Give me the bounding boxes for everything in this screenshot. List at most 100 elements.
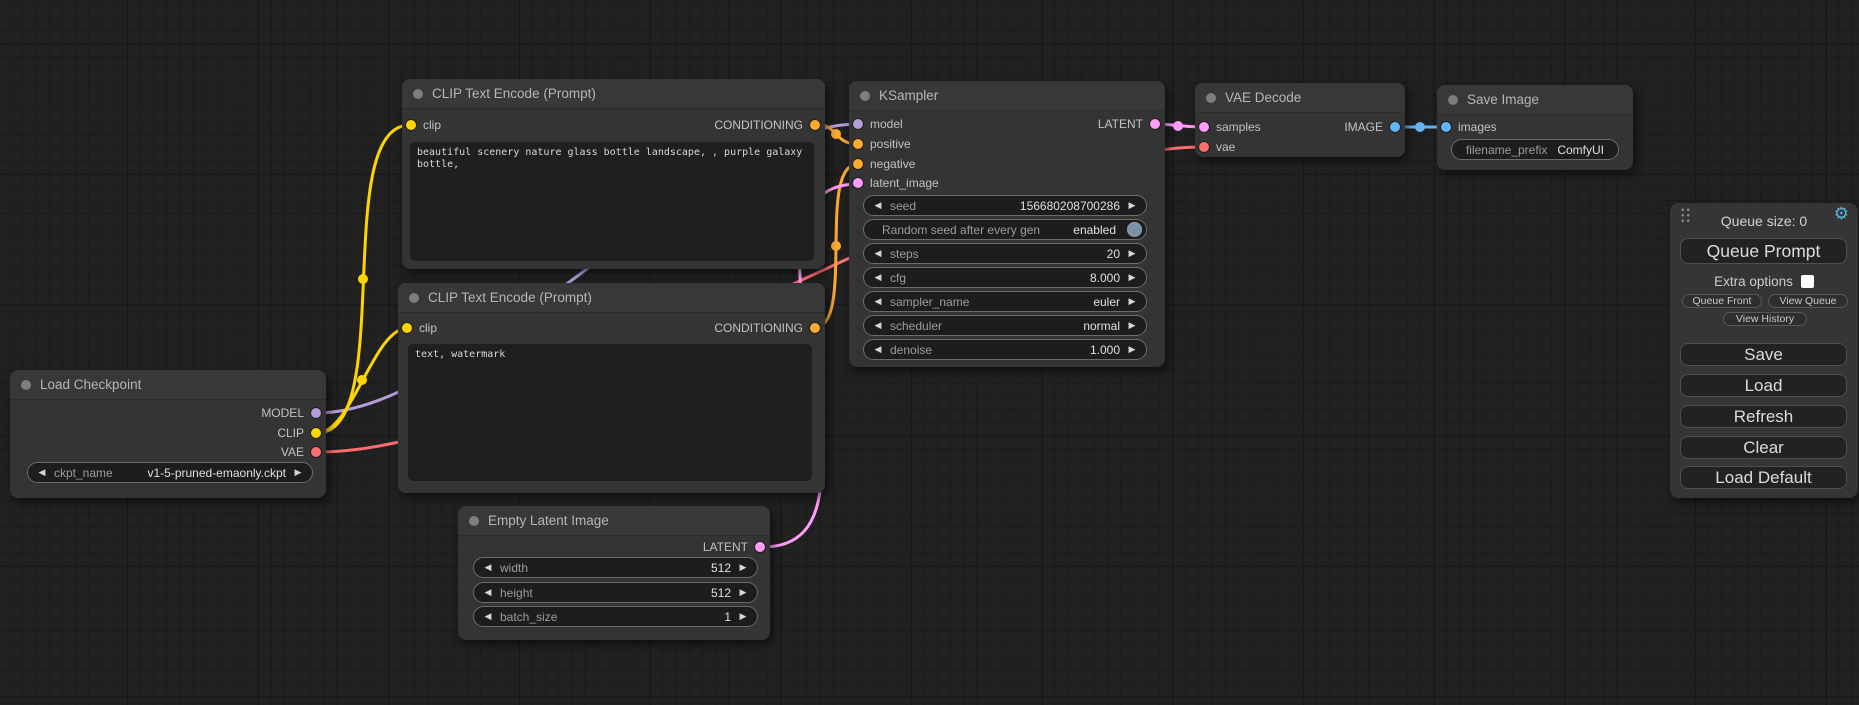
node-ksampler[interactable]: KSampler model positive negative latent_… bbox=[849, 81, 1165, 367]
widget-value: 20 bbox=[1107, 247, 1120, 261]
decrement-arrow-icon[interactable] bbox=[873, 249, 883, 258]
batch-size-widget[interactable]: batch_size 1 bbox=[473, 606, 758, 627]
load-button[interactable]: Load bbox=[1680, 374, 1847, 397]
height-widget[interactable]: height 512 bbox=[473, 582, 758, 603]
clip-port-icon[interactable] bbox=[311, 428, 321, 438]
increment-arrow-icon[interactable] bbox=[1127, 249, 1137, 258]
scheduler-widget[interactable]: scheduler normal bbox=[863, 315, 1147, 336]
collapse-dot-icon[interactable] bbox=[1206, 93, 1216, 103]
view-history-button[interactable]: View History bbox=[1723, 312, 1807, 326]
image-port-icon[interactable] bbox=[1390, 122, 1400, 132]
model-port-icon[interactable] bbox=[853, 119, 863, 129]
wire-dot bbox=[1415, 122, 1425, 132]
input-label: negative bbox=[870, 157, 915, 171]
seed-widget[interactable]: seed 156680208700286 bbox=[863, 195, 1147, 216]
load-default-button[interactable]: Load Default bbox=[1680, 466, 1847, 489]
collapse-dot-icon[interactable] bbox=[413, 89, 423, 99]
conditioning-port-icon[interactable] bbox=[853, 139, 863, 149]
cfg-widget[interactable]: cfg 8.000 bbox=[863, 267, 1147, 288]
node-title-bar[interactable]: KSampler bbox=[849, 81, 1165, 111]
image-port-icon[interactable] bbox=[1441, 122, 1451, 132]
ckpt-name-widget[interactable]: ckpt_name v1-5-pruned-emaonly.ckpt bbox=[27, 462, 313, 483]
view-queue-button[interactable]: View Queue bbox=[1768, 294, 1848, 308]
prev-arrow-icon[interactable] bbox=[873, 297, 883, 306]
node-save-image[interactable]: Save Image images filename_prefix ComfyU… bbox=[1437, 85, 1633, 170]
node-clip-text-encode-negative[interactable]: CLIP Text Encode (Prompt) clip CONDITION… bbox=[398, 283, 825, 493]
node-load-checkpoint[interactable]: Load Checkpoint MODEL CLIP VAE ckpt_name… bbox=[10, 370, 326, 498]
random-seed-toggle[interactable]: Random seed after every gen enabled bbox=[863, 219, 1147, 240]
next-arrow-icon[interactable] bbox=[1127, 321, 1137, 330]
widget-label: scheduler bbox=[890, 319, 942, 333]
conditioning-port-icon[interactable] bbox=[853, 159, 863, 169]
node-vae-decode[interactable]: VAE Decode samples vae IMAGE bbox=[1195, 83, 1405, 157]
output-label: VAE bbox=[281, 445, 304, 459]
latent-port-icon[interactable] bbox=[1199, 122, 1209, 132]
increment-arrow-icon[interactable] bbox=[738, 588, 748, 597]
queue-prompt-button[interactable]: Queue Prompt bbox=[1680, 238, 1847, 264]
prev-arrow-icon[interactable] bbox=[37, 468, 47, 477]
output-slot-latent: LATENT bbox=[703, 539, 765, 555]
queue-front-button[interactable]: Queue Front bbox=[1682, 294, 1762, 308]
collapse-dot-icon[interactable] bbox=[860, 91, 870, 101]
input-label: clip bbox=[423, 118, 441, 132]
wire-dot bbox=[1173, 121, 1183, 131]
collapse-dot-icon[interactable] bbox=[1448, 95, 1458, 105]
conditioning-port-icon[interactable] bbox=[810, 120, 820, 130]
node-title: CLIP Text Encode (Prompt) bbox=[432, 86, 596, 101]
latent-port-icon[interactable] bbox=[755, 542, 765, 552]
widget-label: batch_size bbox=[500, 610, 557, 624]
next-arrow-icon[interactable] bbox=[293, 468, 303, 477]
clip-port-icon[interactable] bbox=[402, 323, 412, 333]
node-clip-text-encode-positive[interactable]: CLIP Text Encode (Prompt) clip CONDITION… bbox=[402, 79, 825, 269]
prompt-textarea[interactable]: beautiful scenery nature glass bottle la… bbox=[410, 142, 814, 261]
increment-arrow-icon[interactable] bbox=[738, 612, 748, 621]
filename-prefix-widget[interactable]: filename_prefix ComfyUI bbox=[1451, 139, 1619, 160]
toggle-knob-icon[interactable] bbox=[1127, 222, 1142, 237]
decrement-arrow-icon[interactable] bbox=[483, 612, 493, 621]
decrement-arrow-icon[interactable] bbox=[483, 588, 493, 597]
widget-label: seed bbox=[890, 199, 916, 213]
conditioning-port-icon[interactable] bbox=[810, 323, 820, 333]
sampler-name-widget[interactable]: sampler_name euler bbox=[863, 291, 1147, 312]
extra-options-checkbox[interactable] bbox=[1801, 275, 1814, 288]
increment-arrow-icon[interactable] bbox=[738, 563, 748, 572]
output-label: MODEL bbox=[261, 406, 304, 420]
refresh-button[interactable]: Refresh bbox=[1680, 405, 1847, 428]
latent-port-icon[interactable] bbox=[1150, 119, 1160, 129]
node-title-bar[interactable]: Save Image bbox=[1437, 85, 1633, 115]
width-widget[interactable]: width 512 bbox=[473, 557, 758, 578]
decrement-arrow-icon[interactable] bbox=[483, 563, 493, 572]
settings-gear-icon[interactable] bbox=[1834, 203, 1849, 225]
decrement-arrow-icon[interactable] bbox=[873, 345, 883, 354]
latent-port-icon[interactable] bbox=[853, 178, 863, 188]
clip-port-icon[interactable] bbox=[406, 120, 416, 130]
collapse-dot-icon[interactable] bbox=[469, 516, 479, 526]
prev-arrow-icon[interactable] bbox=[873, 321, 883, 330]
graph-canvas[interactable]: Load Checkpoint MODEL CLIP VAE ckpt_name… bbox=[0, 0, 1859, 705]
save-button[interactable]: Save bbox=[1680, 343, 1847, 366]
collapse-dot-icon[interactable] bbox=[409, 293, 419, 303]
node-title-bar[interactable]: CLIP Text Encode (Prompt) bbox=[398, 283, 825, 313]
node-title-bar[interactable]: CLIP Text Encode (Prompt) bbox=[402, 79, 825, 109]
increment-arrow-icon[interactable] bbox=[1127, 345, 1137, 354]
vae-port-icon[interactable] bbox=[1199, 142, 1209, 152]
model-port-icon[interactable] bbox=[311, 408, 321, 418]
extra-options-label: Extra options bbox=[1714, 274, 1793, 289]
clear-button[interactable]: Clear bbox=[1680, 436, 1847, 459]
node-title-bar[interactable]: Load Checkpoint bbox=[10, 370, 326, 400]
widget-value: 512 bbox=[711, 586, 731, 600]
increment-arrow-icon[interactable] bbox=[1127, 201, 1137, 210]
prompt-textarea[interactable]: text, watermark bbox=[408, 344, 812, 481]
steps-widget[interactable]: steps 20 bbox=[863, 243, 1147, 264]
decrement-arrow-icon[interactable] bbox=[873, 201, 883, 210]
node-title-bar[interactable]: Empty Latent Image bbox=[458, 506, 770, 536]
vae-port-icon[interactable] bbox=[311, 447, 321, 457]
increment-arrow-icon[interactable] bbox=[1127, 273, 1137, 282]
collapse-dot-icon[interactable] bbox=[21, 380, 31, 390]
denoise-widget[interactable]: denoise 1.000 bbox=[863, 339, 1147, 360]
node-empty-latent-image[interactable]: Empty Latent Image LATENT width 512 heig… bbox=[458, 506, 770, 640]
node-title-bar[interactable]: VAE Decode bbox=[1195, 83, 1405, 113]
next-arrow-icon[interactable] bbox=[1127, 297, 1137, 306]
decrement-arrow-icon[interactable] bbox=[873, 273, 883, 282]
node-title: KSampler bbox=[879, 88, 938, 103]
